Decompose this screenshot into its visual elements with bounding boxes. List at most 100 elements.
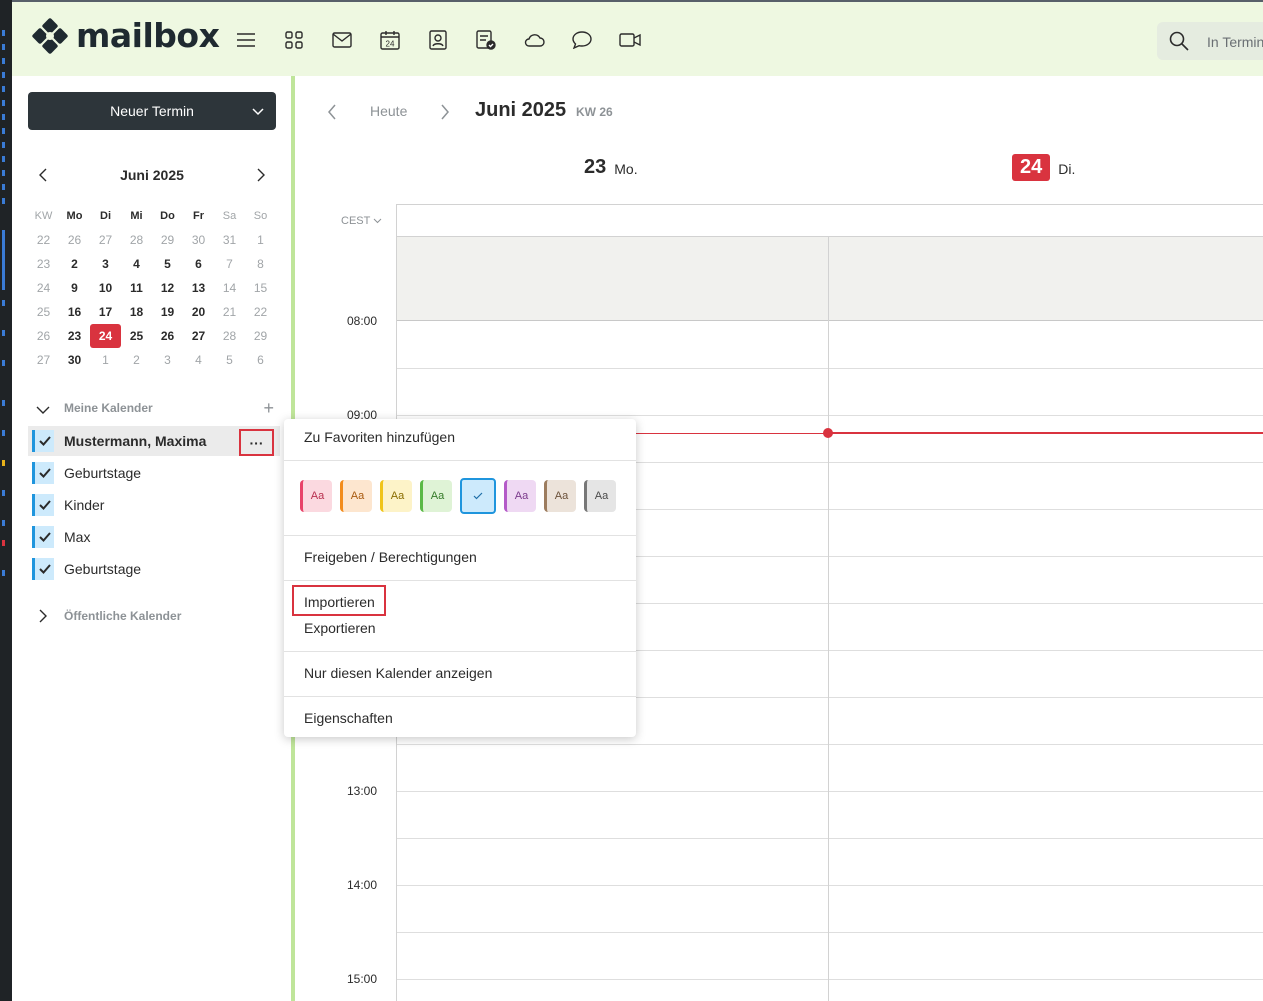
day-cell[interactable]: 14 — [214, 276, 245, 300]
calendar-item[interactable]: Geburtstage — [28, 554, 280, 584]
color-swatch-brown[interactable]: Aa — [544, 480, 576, 512]
search-input[interactable]: In Termin — [1157, 22, 1263, 60]
day-cell[interactable]: 26 — [152, 324, 183, 348]
calendar-icon[interactable]: 24 — [378, 28, 402, 52]
day-cell[interactable]: 6 — [183, 252, 214, 276]
menu-item-add-favorite[interactable]: Zu Favoriten hinzufügen — [304, 429, 455, 445]
color-swatch-pink[interactable]: Aa — [300, 480, 332, 512]
day-cell[interactable]: 11 — [121, 276, 152, 300]
chevron-right-icon[interactable] — [38, 609, 48, 628]
my-calendars-header[interactable]: Meine Kalender + — [28, 398, 276, 418]
day-cell[interactable]: 3 — [90, 252, 121, 276]
day-cell[interactable]: 22 — [245, 300, 276, 324]
day-cell[interactable]: 1 — [90, 348, 121, 372]
color-swatch-yellow[interactable]: Aa — [380, 480, 412, 512]
today-button[interactable]: Heute — [370, 103, 407, 119]
day-cell[interactable]: 29 — [152, 228, 183, 252]
day-cell[interactable]: 6 — [245, 348, 276, 372]
day-cell[interactable]: 21 — [214, 300, 245, 324]
menu-item-export[interactable]: Exportieren — [304, 620, 376, 636]
calendar-item[interactable]: Geburtstage — [28, 458, 280, 488]
day-cell[interactable]: 7 — [214, 252, 245, 276]
chevron-left-icon[interactable] — [327, 104, 337, 125]
day-header-tuesday[interactable]: 24 Di. — [1012, 152, 1075, 182]
menu-item-share[interactable]: Freigeben / Berechtigungen — [304, 549, 477, 565]
day-cell[interactable]: 12 — [152, 276, 183, 300]
day-cell[interactable]: 4 — [183, 348, 214, 372]
menu-divider — [284, 535, 636, 536]
day-cell[interactable]: 27 — [183, 324, 214, 348]
day-cell[interactable]: 13 — [183, 276, 214, 300]
tasks-icon[interactable] — [474, 28, 498, 52]
day-header-monday[interactable]: 23 Mo. — [584, 152, 638, 182]
day-cell[interactable]: 29 — [245, 324, 276, 348]
chevron-right-icon[interactable] — [440, 104, 450, 125]
day-cell[interactable]: 3 — [152, 348, 183, 372]
day-cell[interactable]: 23 — [59, 324, 90, 348]
timezone-selector[interactable]: CEST — [341, 215, 382, 227]
day-cell[interactable]: 5 — [152, 252, 183, 276]
day-cell[interactable]: 1 — [245, 228, 276, 252]
chat-icon[interactable] — [570, 28, 594, 52]
mail-icon[interactable] — [330, 28, 354, 52]
video-icon[interactable] — [618, 28, 642, 52]
menu-item-properties[interactable]: Eigenschaften — [304, 710, 393, 726]
time-label: 15:00 — [347, 972, 378, 986]
day-cell[interactable]: 28 — [214, 324, 245, 348]
day-cell[interactable]: 4 — [121, 252, 152, 276]
day-column-divider — [828, 236, 829, 1001]
add-calendar-icon[interactable]: + — [263, 399, 274, 417]
chevron-down-icon[interactable] — [252, 104, 264, 120]
day-cell[interactable]: 17 — [90, 300, 121, 324]
color-swatch-blue-selected[interactable] — [460, 478, 496, 514]
day-cell[interactable]: 19 — [152, 300, 183, 324]
calendar-checkbox[interactable] — [32, 558, 54, 580]
day-cell[interactable]: 5 — [214, 348, 245, 372]
day-cell[interactable]: 16 — [59, 300, 90, 324]
app-logo[interactable]: mailbox — [32, 16, 220, 55]
chevron-down-icon[interactable] — [36, 402, 50, 420]
day-cell[interactable]: 20 — [183, 300, 214, 324]
day-cell[interactable]: 2 — [59, 252, 90, 276]
current-time-dot — [823, 428, 833, 438]
day-cell[interactable]: 30 — [59, 348, 90, 372]
calendar-more-button[interactable]: ··· — [239, 429, 274, 456]
chevron-right-icon[interactable] — [256, 168, 266, 187]
calendar-item[interactable]: Kinder — [28, 490, 280, 520]
day-cell[interactable]: 27 — [90, 228, 121, 252]
day-cell[interactable]: 28 — [121, 228, 152, 252]
day-cell[interactable]: 10 — [90, 276, 121, 300]
public-calendars-header[interactable]: Öffentliche Kalender — [28, 606, 276, 626]
menu-icon[interactable] — [234, 28, 258, 52]
color-swatch-purple[interactable]: Aa — [504, 480, 536, 512]
day-cell[interactable]: 30 — [183, 228, 214, 252]
day-cell[interactable]: 2 — [121, 348, 152, 372]
new-appointment-button[interactable]: Neuer Termin — [28, 92, 276, 130]
contacts-icon[interactable] — [426, 28, 450, 52]
calendar-checkbox[interactable] — [32, 430, 54, 452]
menu-item-only-this-calendar[interactable]: Nur diesen Kalender anzeigen — [304, 665, 492, 681]
day-cell[interactable]: 8 — [245, 252, 276, 276]
apps-grid-icon[interactable] — [282, 28, 306, 52]
calendar-checkbox[interactable] — [32, 526, 54, 548]
week-row: 25 16 17 18 19 20 21 22 — [28, 300, 276, 324]
weekday-header: Di — [100, 210, 111, 222]
day-cell[interactable]: 31 — [214, 228, 245, 252]
day-cell[interactable]: 18 — [121, 300, 152, 324]
today-day-cell[interactable]: 24 — [90, 324, 121, 348]
calendar-item[interactable]: Max — [28, 522, 280, 552]
color-swatches: Aa Aa Aa Aa Aa Aa Aa — [300, 478, 624, 514]
calendar-checkbox[interactable] — [32, 494, 54, 516]
calendar-checkbox[interactable] — [32, 462, 54, 484]
color-swatch-green[interactable]: Aa — [420, 480, 452, 512]
color-swatch-gray[interactable]: Aa — [584, 480, 616, 512]
day-cell[interactable]: 9 — [59, 276, 90, 300]
color-swatch-orange[interactable]: Aa — [340, 480, 372, 512]
all-day-row[interactable] — [397, 236, 1263, 321]
day-cell[interactable]: 26 — [59, 228, 90, 252]
cloud-icon[interactable] — [522, 28, 546, 52]
new-appointment-label: Neuer Termin — [110, 103, 194, 119]
day-cell[interactable]: 25 — [121, 324, 152, 348]
day-cell[interactable]: 15 — [245, 276, 276, 300]
menu-item-import[interactable]: Importieren — [304, 594, 375, 610]
